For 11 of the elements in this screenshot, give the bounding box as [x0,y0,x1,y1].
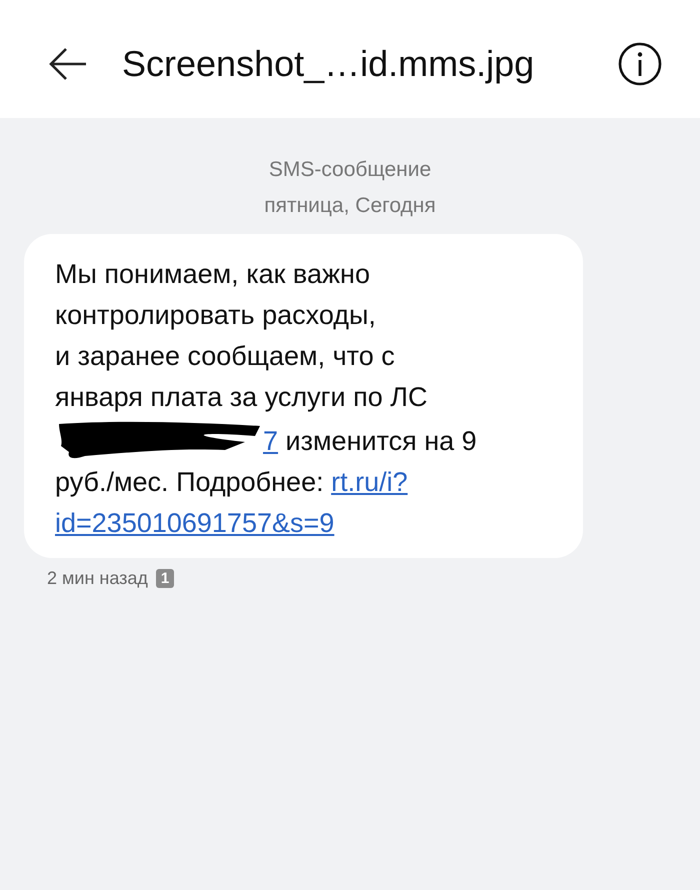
sim-badge: 1 [156,569,174,588]
window-title: Screenshot_…id.mms.jpg [122,43,536,85]
link[interactable]: id=235010691757&s=9 [55,508,334,538]
link[interactable]: 7 [263,426,278,456]
info-icon[interactable] [618,42,662,86]
message-text: Мы понимаем, как важно контролировать расходы, и заранее сообщаем, что с января плата за услуги по ЛС 7 изменится на 9 руб./мес. Подробнее: rt.ru/i? id=235010691757&s=9 [55,258,478,540]
back-icon[interactable] [48,47,88,81]
date-label: пятница, Сегодня [263,193,437,219]
message-type-label: SMS-сообщение [268,157,432,183]
link[interactable]: rt.ru/i? [331,467,408,497]
message-time: 2 мин назад [47,568,148,589]
